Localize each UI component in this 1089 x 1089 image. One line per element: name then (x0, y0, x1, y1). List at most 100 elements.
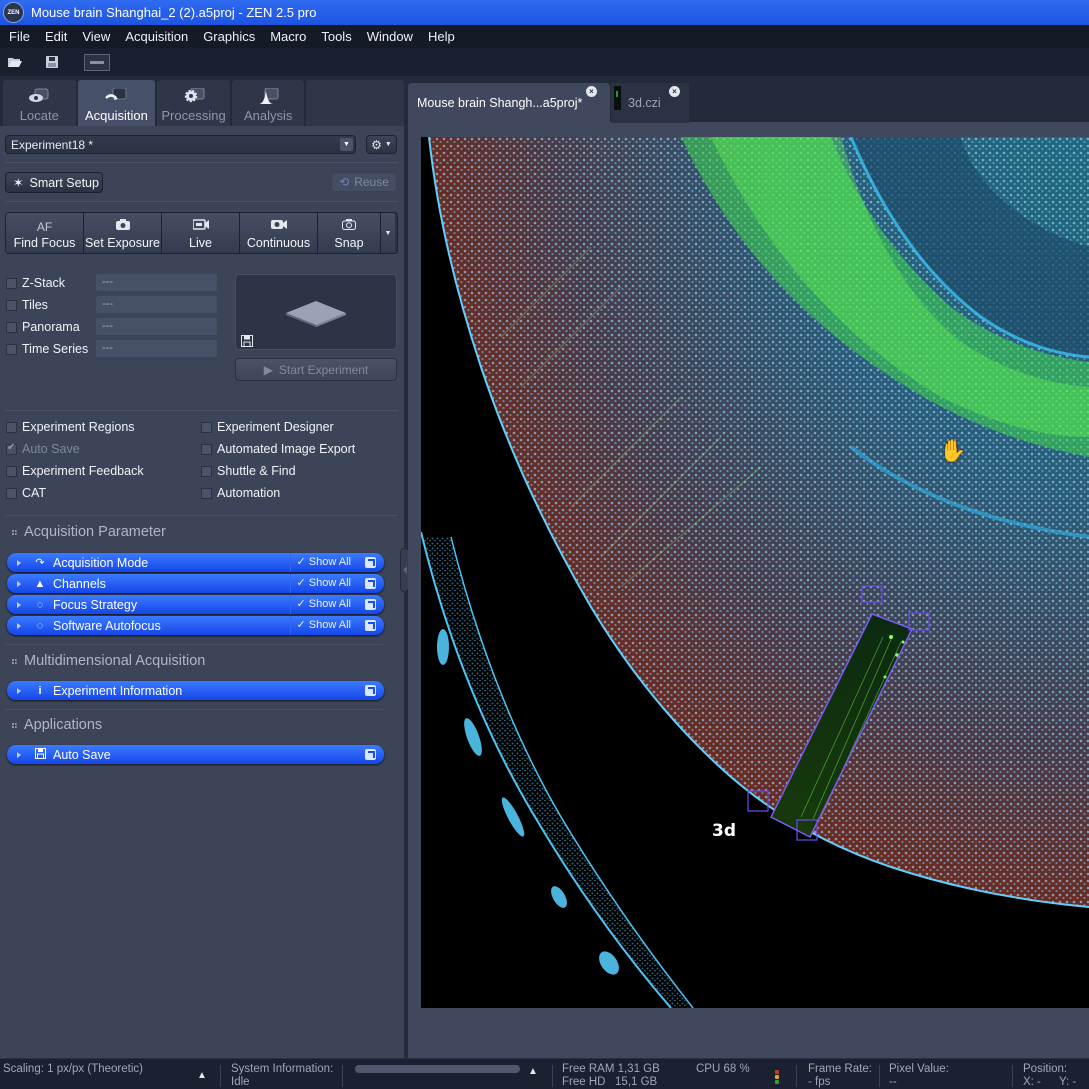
menu-graphics[interactable]: Graphics (203, 29, 255, 44)
live-button[interactable]: Live (162, 213, 240, 253)
expand-arrow-icon[interactable] (17, 580, 21, 587)
menu-macro[interactable]: Macro (270, 29, 306, 44)
tool-channels[interactable]: ▲ Channels ✓ Show All (7, 574, 384, 593)
divider (342, 1065, 343, 1087)
expand-arrow-icon[interactable] (17, 622, 21, 629)
automated-image-export-checkbox[interactable] (201, 443, 212, 455)
reuse-button[interactable]: ⟲ Reuse (331, 172, 397, 192)
shuttle-find-checkbox[interactable] (201, 465, 212, 477)
find-focus-button[interactable]: AF Find Focus (6, 213, 84, 253)
tab-acquisition[interactable]: Acquisition (77, 80, 156, 126)
tool-auto-save-application[interactable]: Auto Save (7, 745, 384, 764)
experiment-regions-checkbox[interactable] (6, 421, 17, 433)
zstack-checkbox[interactable] (6, 277, 17, 289)
menu-window[interactable]: Window (367, 29, 413, 44)
document-thumbnail (614, 86, 621, 110)
chevron-up-icon[interactable]: ▲ (528, 1066, 538, 1077)
undock-icon[interactable] (365, 578, 376, 589)
time-series-checkbox[interactable] (6, 343, 17, 355)
document-tab-3d-czi[interactable]: 3d.czi × (611, 83, 689, 123)
show-all-label: Show All (308, 619, 351, 631)
divider (879, 1065, 880, 1087)
undock-icon[interactable] (365, 557, 376, 568)
menu-file[interactable]: File (9, 29, 30, 44)
tool-focus-strategy[interactable]: ◌ Focus Strategy ✓ Show All (7, 595, 384, 614)
divider (1012, 1065, 1013, 1087)
automation-checkbox[interactable] (201, 487, 212, 499)
menu-acquisition[interactable]: Acquisition (125, 29, 188, 44)
automation-label: Automation (217, 486, 281, 500)
expand-arrow-icon[interactable] (17, 601, 21, 608)
tiles-checkbox[interactable] (6, 299, 17, 311)
magic-wand-icon: ✶ (13, 176, 24, 190)
close-icon[interactable]: × (669, 86, 680, 97)
grip-icon (12, 529, 17, 535)
document-tab-label: 3d.czi (628, 96, 661, 110)
menu-help[interactable]: Help (428, 29, 455, 44)
undock-icon[interactable] (365, 620, 376, 631)
menu-view[interactable]: View (82, 29, 110, 44)
hand-cursor-icon: ✋ (939, 438, 967, 463)
close-icon[interactable]: × (586, 86, 597, 97)
cat-checkbox[interactable] (6, 487, 17, 499)
more-acquisition-button[interactable]: ▼ (381, 213, 395, 253)
continuous-button[interactable]: Continuous (240, 213, 318, 253)
menu-tools[interactable]: Tools (321, 29, 351, 44)
tool-cat: CAT (6, 484, 46, 502)
show-all-toggle[interactable]: ✓ Show All (289, 616, 351, 635)
start-experiment-button[interactable]: ▶ Start Experiment (235, 358, 397, 381)
expand-arrow-icon[interactable] (17, 751, 21, 758)
undock-icon[interactable] (365, 599, 376, 610)
chevron-down-icon[interactable]: ▼ (340, 138, 353, 151)
chevron-down-icon: ▼ (384, 141, 392, 148)
tool-experiment-information[interactable]: i Experiment Information (7, 681, 384, 700)
tool-acquisition-mode[interactable]: ↷ Acquisition Mode ✓ Show All (7, 553, 384, 572)
sample-plate-icon (286, 301, 346, 327)
auto-save-checkbox[interactable] (6, 442, 17, 455)
position-x: X: - (1023, 1076, 1041, 1088)
tab-analysis[interactable]: Analysis (231, 80, 305, 126)
experiment-designer-checkbox[interactable] (201, 421, 212, 433)
tool-experiment-feedback: Experiment Feedback (6, 462, 144, 480)
chevron-up-icon[interactable]: ▲ (197, 1070, 207, 1081)
experiment-select[interactable]: Experiment18 * ▼ (5, 135, 356, 154)
tab-locate[interactable]: Locate (3, 80, 76, 126)
tool-automated-image-export: Automated Image Export (201, 440, 355, 458)
section-applications[interactable]: Applications (12, 717, 102, 733)
open-folder-icon[interactable] (8, 56, 24, 68)
expand-arrow-icon[interactable] (17, 559, 21, 566)
section-title: Acquisition Parameter (24, 524, 166, 540)
snap-button[interactable]: Snap (318, 213, 381, 253)
autofocus-icon: AF (36, 220, 53, 234)
set-exposure-label: Set Exposure (84, 236, 161, 250)
panorama-checkbox[interactable] (6, 321, 17, 333)
show-all-toggle[interactable]: ✓ Show All (289, 574, 351, 593)
save-icon[interactable] (241, 335, 253, 347)
expand-arrow-icon[interactable] (17, 687, 21, 694)
find-focus-label: Find Focus (13, 236, 76, 250)
cat-label: CAT (22, 486, 47, 500)
show-all-toggle[interactable]: ✓ Show All (289, 595, 351, 614)
position-label: Position: (1023, 1063, 1068, 1075)
image-viewer[interactable] (421, 137, 1089, 1008)
save-icon[interactable] (46, 56, 62, 68)
show-all-toggle[interactable]: ✓ Show All (289, 553, 351, 572)
frame-rate-label: Frame Rate: (808, 1063, 872, 1075)
undock-icon[interactable] (365, 749, 376, 760)
menu-edit[interactable]: Edit (45, 29, 67, 44)
set-exposure-button[interactable]: Set Exposure (84, 213, 162, 253)
undock-icon[interactable] (365, 685, 376, 696)
grip-icon (12, 658, 17, 664)
acquisition-button-group: AF Find Focus Set Exposure Live Continuo… (5, 212, 398, 254)
smart-setup-button[interactable]: ✶ Smart Setup (5, 172, 103, 193)
section-multidimensional-acquisition[interactable]: Multidimensional Acquisition (12, 653, 205, 669)
roi-label: 3d (712, 821, 736, 841)
reuse-icon: ⟲ (339, 175, 350, 189)
layout-toggle-icon[interactable] (84, 53, 110, 71)
experiment-options-button[interactable]: ⚙ ▼ (366, 135, 397, 154)
tab-processing[interactable]: Processing (157, 80, 230, 126)
section-acquisition-parameter[interactable]: Acquisition Parameter (12, 524, 166, 540)
tool-software-autofocus[interactable]: ◌ Software Autofocus ✓ Show All (7, 616, 384, 635)
document-tab-project[interactable]: Mouse brain Shangh...a5proj* × (408, 83, 610, 123)
experiment-feedback-checkbox[interactable] (6, 465, 17, 477)
